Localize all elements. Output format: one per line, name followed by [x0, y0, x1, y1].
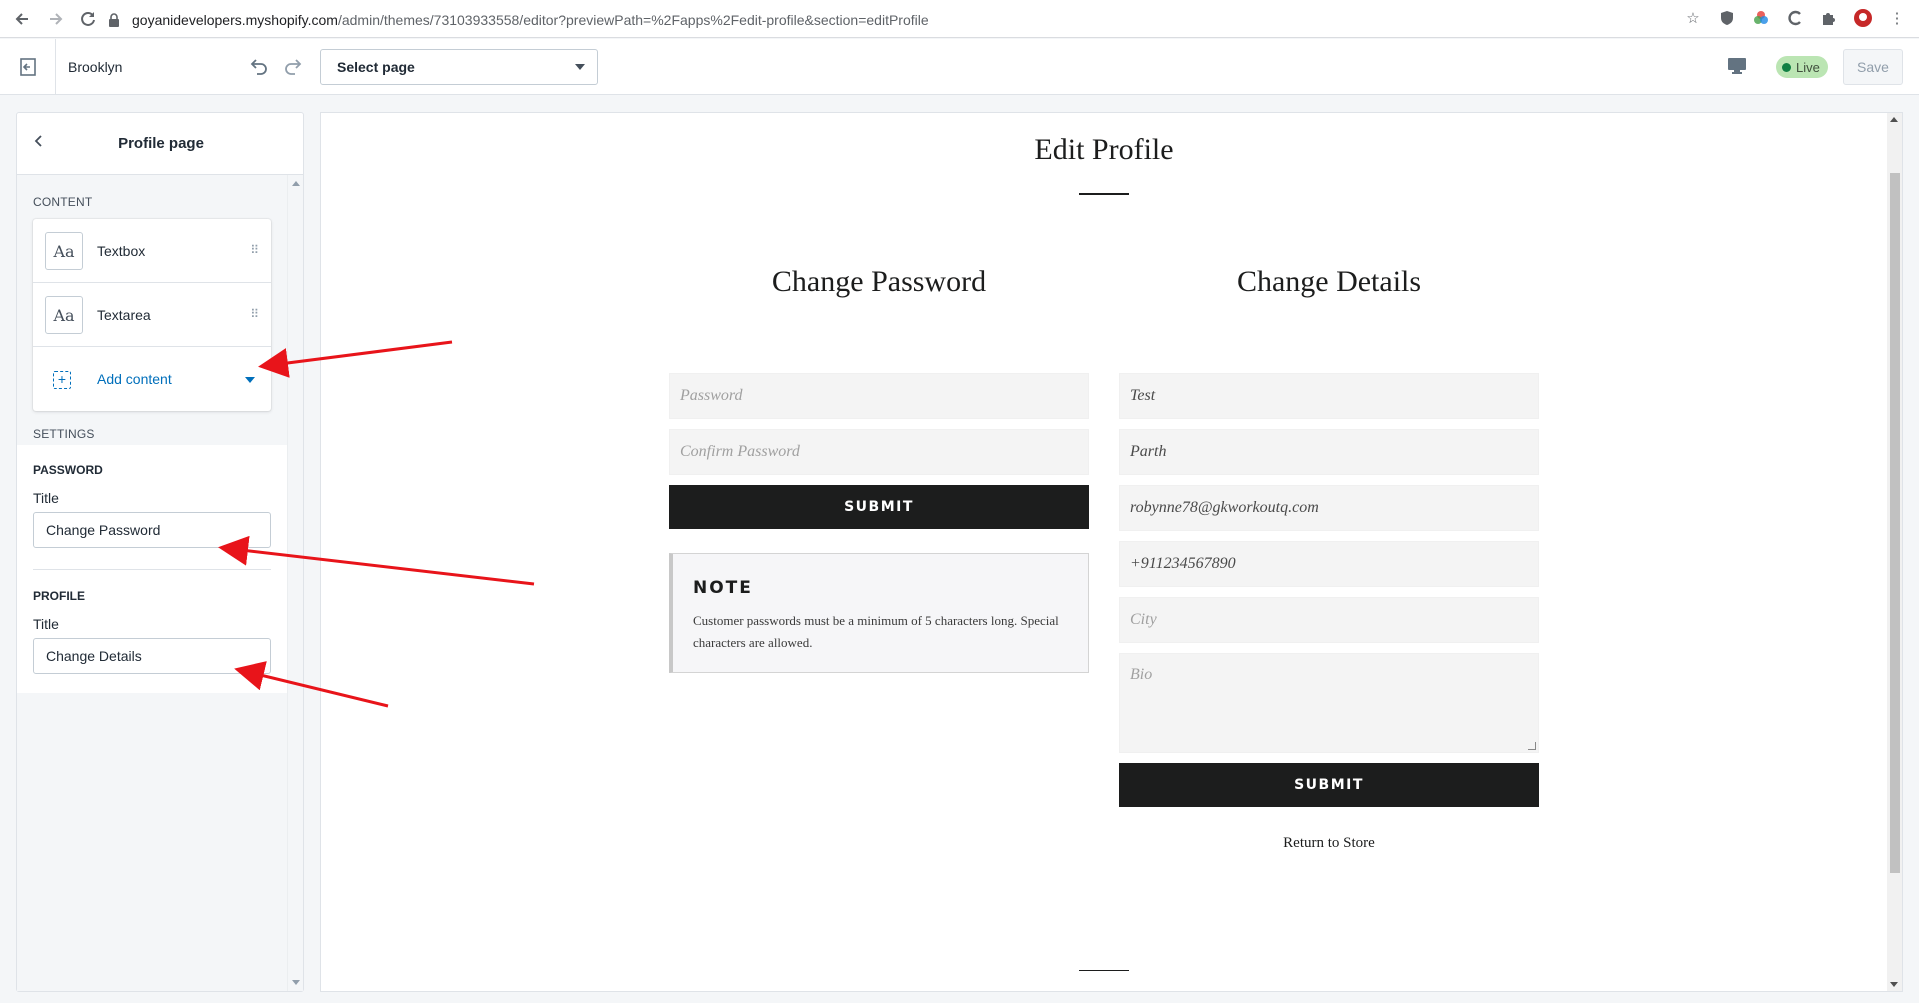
shield-icon[interactable]	[1717, 8, 1737, 28]
theme-editor-toolbar: Brooklyn Select page Live Save	[0, 39, 1919, 95]
exit-editor-button[interactable]	[0, 39, 56, 95]
bio-placeholder: Bio	[1130, 666, 1153, 683]
theme-name: Brooklyn	[68, 59, 123, 75]
profile-group-label: PROFILE	[33, 589, 86, 603]
color-wheel-icon[interactable]	[1751, 8, 1771, 28]
settings-panel: PASSWORD Title Change Password PROFILE T…	[17, 445, 287, 693]
live-status-badge: Live	[1776, 56, 1828, 78]
details-submit-button[interactable]: SUBMIT	[1119, 763, 1539, 807]
select-page-dropdown[interactable]: Select page	[320, 49, 598, 85]
profile-title-input[interactable]: Change Details	[33, 638, 271, 674]
password-group-label: PASSWORD	[33, 463, 103, 477]
drag-handle-icon[interactable]: ⠿	[250, 307, 259, 321]
puzzle-icon[interactable]	[1819, 8, 1839, 28]
preview-scrollbar[interactable]	[1887, 113, 1902, 991]
city-input[interactable]: City	[1119, 597, 1539, 643]
storefront-preview: Edit Profile Change Password Change Deta…	[320, 112, 1903, 992]
back-arrow-icon[interactable]	[4, 0, 40, 38]
change-details-title: Change Details	[1236, 265, 1422, 298]
text-block-icon: Aa	[45, 296, 83, 334]
add-block-icon: +	[53, 371, 71, 389]
text-block-icon: Aa	[45, 232, 83, 270]
first-name-input[interactable]: Test	[1119, 373, 1539, 419]
select-page-label: Select page	[337, 59, 415, 75]
profile-title-label: Title	[33, 616, 59, 632]
password-note: NOTE Customer passwords must be a minimu…	[669, 553, 1089, 673]
redo-icon	[285, 59, 302, 75]
title-rule	[1079, 193, 1129, 195]
page-title: Edit Profile	[1034, 133, 1174, 166]
address-bar[interactable]: goyanidevelopers.myshopify.com/admin/the…	[108, 6, 1704, 34]
menu-dots-icon[interactable]: ⋮	[1887, 8, 1907, 28]
block-row-textarea[interactable]: Aa Textarea ⠿	[33, 283, 271, 347]
star-icon[interactable]: ☆	[1683, 8, 1703, 28]
add-content-label: Add content	[97, 371, 172, 387]
block-label: Textarea	[97, 307, 151, 323]
content-section-label: CONTENT	[33, 195, 93, 209]
scroll-up-icon[interactable]	[292, 181, 300, 186]
undo-icon	[250, 59, 267, 75]
add-content-button[interactable]: + Add content	[33, 347, 271, 411]
phone-input[interactable]: +911234567890	[1119, 541, 1539, 587]
password-input[interactable]: Password	[669, 373, 1089, 419]
monitor-icon	[1728, 58, 1746, 74]
sidebar-panel: Profile page CONTENT Aa Textbox ⠿ Aa Tex…	[16, 112, 304, 992]
resize-grip-icon[interactable]	[1528, 742, 1536, 750]
save-button[interactable]: Save	[1843, 49, 1903, 85]
live-label: Live	[1796, 59, 1820, 75]
profile-avatar-icon[interactable]	[1853, 8, 1873, 28]
footer-rule	[1079, 970, 1129, 971]
desktop-preview-button[interactable]	[1726, 55, 1750, 79]
settings-section-label: SETTINGS	[33, 427, 95, 441]
block-row-textbox[interactable]: Aa Textbox ⠿	[33, 219, 271, 283]
return-to-store-link[interactable]: Return to Store	[1119, 835, 1539, 852]
sidebar-title: Profile page	[118, 135, 204, 152]
scroll-up-icon[interactable]	[1890, 117, 1898, 122]
block-label: Textbox	[97, 243, 146, 259]
sidebar-scroll-area[interactable]: CONTENT Aa Textbox ⠿ Aa Textarea ⠿ + Add…	[17, 175, 287, 991]
reload-icon[interactable]	[70, 0, 106, 38]
extension-icons: ☆ ⋮	[1683, 8, 1907, 28]
scroll-thumb[interactable]	[1890, 173, 1900, 873]
divider	[33, 569, 271, 570]
password-title-input[interactable]: Change Password	[33, 512, 271, 548]
confirm-password-input[interactable]: Confirm Password	[669, 429, 1089, 475]
live-dot-icon	[1782, 62, 1791, 72]
change-password-title: Change Password	[771, 265, 987, 298]
browser-toolbar: goyanidevelopers.myshopify.com/admin/the…	[0, 0, 1919, 38]
exit-icon	[19, 58, 36, 76]
forward-arrow-icon[interactable]	[38, 0, 74, 38]
url-path: /admin/themes/73103933558/editor?preview…	[337, 12, 929, 28]
redo-button[interactable]	[280, 53, 308, 81]
password-title-label: Title	[33, 490, 59, 506]
extension-c-icon[interactable]	[1785, 8, 1805, 28]
url-host: goyanidevelopers.myshopify.com	[132, 12, 338, 28]
undo-button[interactable]	[244, 53, 272, 81]
lock-icon	[108, 13, 122, 27]
content-blocks-card: Aa Textbox ⠿ Aa Textarea ⠿ + Add content	[33, 219, 271, 411]
sidebar-header: Profile page	[17, 113, 303, 175]
scroll-down-icon[interactable]	[292, 980, 300, 985]
scroll-down-icon[interactable]	[1890, 982, 1898, 987]
bio-textarea[interactable]: Bio	[1119, 653, 1539, 753]
note-title: NOTE	[693, 578, 753, 598]
note-text: Customer passwords must be a minimum of …	[693, 613, 1059, 650]
drag-handle-icon[interactable]: ⠿	[250, 243, 259, 257]
last-name-input[interactable]: Parth	[1119, 429, 1539, 475]
caret-down-icon	[575, 64, 585, 70]
email-input[interactable]: robynne78@gkworkoutq.com	[1119, 485, 1539, 531]
password-submit-button[interactable]: SUBMIT	[669, 485, 1089, 529]
caret-down-icon	[245, 377, 255, 383]
sidebar-scrollbar[interactable]	[287, 175, 303, 991]
